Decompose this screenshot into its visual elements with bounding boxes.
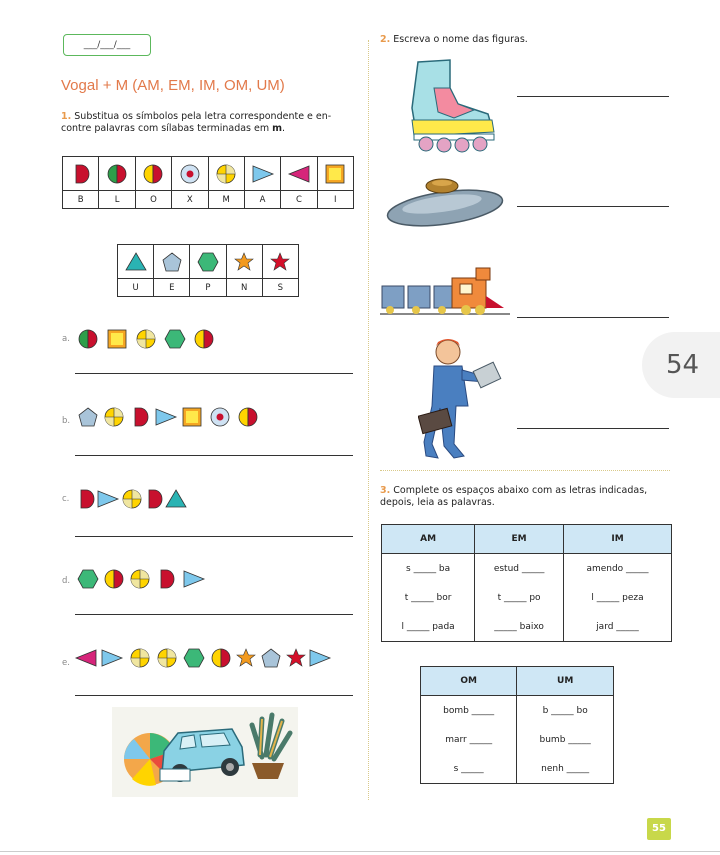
item-d-symbols (77, 569, 205, 589)
answer-line-d[interactable] (75, 614, 353, 615)
item-e-label: e. (62, 658, 70, 668)
section-divider (380, 470, 670, 471)
code-letter: A (243, 190, 282, 209)
syllable-table-om-um: OM UM bomb _____ b _____ bo marr _____ b… (419, 666, 614, 784)
code-letter: L (98, 190, 136, 209)
item-c-symbols (80, 489, 187, 509)
fill-in-cell[interactable]: nenh _____ (516, 754, 614, 784)
fill-in-cell[interactable]: t _____ bor (380, 583, 476, 612)
exercise-2-instructions: 2. Escreva o nome das figuras. (380, 34, 528, 46)
code-table-2: U E P N S (116, 244, 300, 297)
exercise-1-text-bold: m (272, 123, 283, 134)
side-page-number: 54 (642, 332, 720, 398)
fill-in-cell[interactable]: amendo _____ (563, 553, 672, 583)
item-a-label: a. (62, 334, 70, 344)
column-header: EM (474, 524, 564, 554)
man-image (418, 339, 502, 459)
code-letter: C (280, 190, 318, 209)
exercise-3-number: 3. (380, 485, 391, 496)
exercise-1-instructions: 1. Substitua os símbolos pela letra corr… (61, 111, 361, 135)
symbol-i (316, 156, 355, 191)
code-letter: N (225, 278, 263, 297)
code-letter: X (171, 190, 209, 209)
exercise-2-number: 2. (380, 34, 391, 45)
exercise-1-number: 1. (61, 111, 72, 122)
answer-line-e[interactable] (75, 695, 353, 696)
fill-in-cell[interactable]: jard _____ (563, 612, 672, 642)
item-c-label: c. (62, 494, 70, 504)
symbol-b (61, 156, 100, 191)
bottom-rule (0, 851, 720, 852)
train-image (380, 267, 510, 315)
code-letter: I (316, 190, 355, 209)
answer-line-figure-2[interactable] (517, 206, 669, 207)
exercise-2-text: Escreva o nome das figuras. (393, 34, 528, 45)
symbol-s (261, 244, 300, 279)
item-a-symbols (78, 329, 214, 349)
answer-line-b[interactable] (75, 455, 353, 456)
symbol-c (280, 156, 318, 191)
item-b-symbols (78, 407, 258, 427)
page-number: 55 (647, 818, 671, 840)
symbol-u (116, 244, 155, 279)
fill-in-cell[interactable]: l _____ pada (380, 612, 476, 642)
symbol-m (207, 156, 245, 191)
answer-line-figure-4[interactable] (517, 428, 669, 429)
exercise-3-instructions: 3. Complete os espaços abaixo com as let… (380, 485, 675, 509)
answer-line-figure-1[interactable] (517, 96, 669, 97)
item-d-label: d. (62, 576, 71, 586)
exercise-1-text-end: . (282, 123, 286, 134)
roller-skate-image (411, 59, 495, 153)
column-header: IM (563, 524, 672, 554)
symbol-n (225, 244, 263, 279)
fill-in-cell[interactable]: bumb _____ (516, 725, 614, 754)
code-letter: P (189, 278, 227, 297)
code-letter: O (134, 190, 173, 209)
fill-in-cell[interactable]: b _____ bo (516, 695, 614, 725)
exercise-1-text-1: Substitua os símbolos pela letra corresp… (74, 111, 332, 122)
symbol-l (98, 156, 136, 191)
symbol-o (134, 156, 173, 191)
exercise-3-text-2: depois, leia as palavras. (380, 497, 495, 508)
fill-in-cell[interactable]: marr _____ (419, 725, 518, 754)
column-header: AM (380, 524, 476, 554)
symbol-e (153, 244, 191, 279)
column-divider (368, 40, 369, 800)
fill-in-cell[interactable]: bomb _____ (419, 695, 518, 725)
exercise-1-text-2: contre palavras com sílabas terminadas e… (61, 123, 273, 134)
column-header: UM (516, 666, 614, 696)
answer-line-figure-3[interactable] (517, 317, 669, 318)
code-table-1: B L O X M A C I (61, 156, 355, 209)
date-field[interactable]: ___/___/___ (63, 34, 151, 56)
code-letter: M (207, 190, 245, 209)
answer-line-c[interactable] (75, 536, 353, 537)
toys-illustration (112, 707, 298, 797)
fill-in-cell[interactable]: l _____ peza (563, 583, 672, 612)
fill-in-cell[interactable]: estud _____ (474, 553, 564, 583)
fill-in-cell[interactable]: s _____ (419, 754, 518, 784)
item-b-label: b. (62, 416, 71, 426)
code-letter: E (153, 278, 191, 297)
symbol-p (189, 244, 227, 279)
fill-in-cell[interactable]: s _____ ba (380, 553, 476, 583)
item-e-symbols (75, 648, 331, 668)
fill-in-cell[interactable]: t _____ po (474, 583, 564, 612)
symbol-a (243, 156, 282, 191)
answer-line-a[interactable] (75, 373, 353, 374)
code-letter: U (116, 278, 155, 297)
syllable-table-am-em-im: AM EM IM s _____ ba estud _____ amendo _… (380, 524, 672, 642)
code-letter: B (61, 190, 100, 209)
column-header: OM (419, 666, 518, 696)
exercise-3-text-1: Complete os espaços abaixo com as letras… (393, 485, 648, 496)
fill-in-cell[interactable]: _____ baixo (474, 612, 564, 642)
boat-image (386, 178, 504, 227)
page-title: Vogal + M (AM, EM, IM, OM, UM) (61, 77, 285, 94)
code-letter: S (261, 278, 300, 297)
symbol-x (171, 156, 209, 191)
